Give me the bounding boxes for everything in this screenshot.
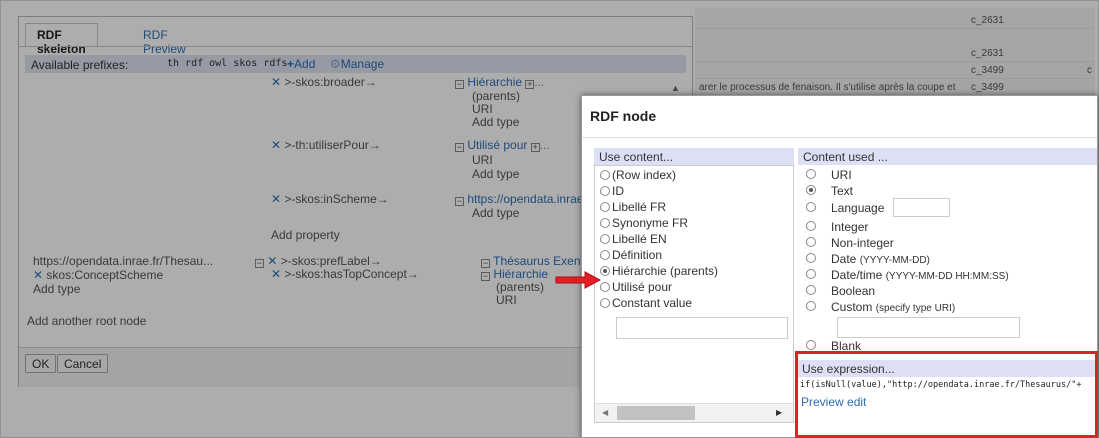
language-input[interactable] bbox=[893, 198, 950, 217]
option-definition[interactable]: Définition bbox=[600, 248, 662, 262]
use-content-header: Use content... bbox=[594, 148, 794, 165]
radio-icon[interactable] bbox=[806, 269, 816, 279]
option-libelle-fr[interactable]: Libellé FR bbox=[600, 200, 666, 214]
radio-icon[interactable] bbox=[600, 170, 610, 180]
radio-icon[interactable] bbox=[806, 169, 816, 179]
option-hierarchie-parents[interactable]: Hiérarchie (parents) bbox=[600, 264, 718, 278]
scrollbar-thumb[interactable] bbox=[617, 406, 695, 420]
custom-type-uri-input[interactable] bbox=[837, 317, 1020, 338]
red-arrow-icon bbox=[555, 271, 601, 289]
radio-icon[interactable] bbox=[600, 234, 610, 244]
horizontal-scrollbar[interactable]: ◀ ▶ bbox=[595, 403, 793, 422]
radio-icon[interactable] bbox=[806, 301, 816, 311]
radio-selected-icon[interactable] bbox=[600, 266, 610, 276]
radio-icon[interactable] bbox=[600, 218, 610, 228]
dialog-title: RDF node bbox=[590, 108, 657, 124]
option-row-index[interactable]: (Row index) bbox=[600, 168, 676, 182]
title-divider bbox=[582, 137, 1097, 138]
scroll-left-icon[interactable]: ◀ bbox=[602, 408, 608, 417]
radio-icon[interactable] bbox=[806, 253, 816, 263]
column-list: (Row index) ID Libellé FR Synonyme FR Li… bbox=[594, 165, 794, 423]
expression-highlight-box bbox=[795, 351, 1098, 438]
radio-icon[interactable] bbox=[806, 202, 816, 212]
radio-icon[interactable] bbox=[806, 237, 816, 247]
radio-icon[interactable] bbox=[600, 250, 610, 260]
constant-value-input[interactable] bbox=[616, 317, 788, 339]
option-constant-value[interactable]: Constant value bbox=[600, 296, 692, 310]
content-used-header: Content used ... bbox=[798, 148, 1097, 165]
radio-icon[interactable] bbox=[806, 285, 816, 295]
option-synonyme-fr[interactable]: Synonyme FR bbox=[600, 216, 688, 230]
radio-icon[interactable] bbox=[806, 221, 816, 231]
radio-icon[interactable] bbox=[600, 282, 610, 292]
radio-icon[interactable] bbox=[806, 340, 816, 350]
radio-selected-icon[interactable] bbox=[806, 185, 816, 195]
radio-icon[interactable] bbox=[600, 298, 610, 308]
radio-icon[interactable] bbox=[600, 202, 610, 212]
option-utilise-pour[interactable]: Utilisé pour bbox=[600, 280, 672, 294]
scroll-right-icon[interactable]: ▶ bbox=[776, 408, 782, 417]
option-id[interactable]: ID bbox=[600, 184, 624, 198]
radio-icon[interactable] bbox=[600, 186, 610, 196]
option-libelle-en[interactable]: Libellé EN bbox=[600, 232, 667, 246]
